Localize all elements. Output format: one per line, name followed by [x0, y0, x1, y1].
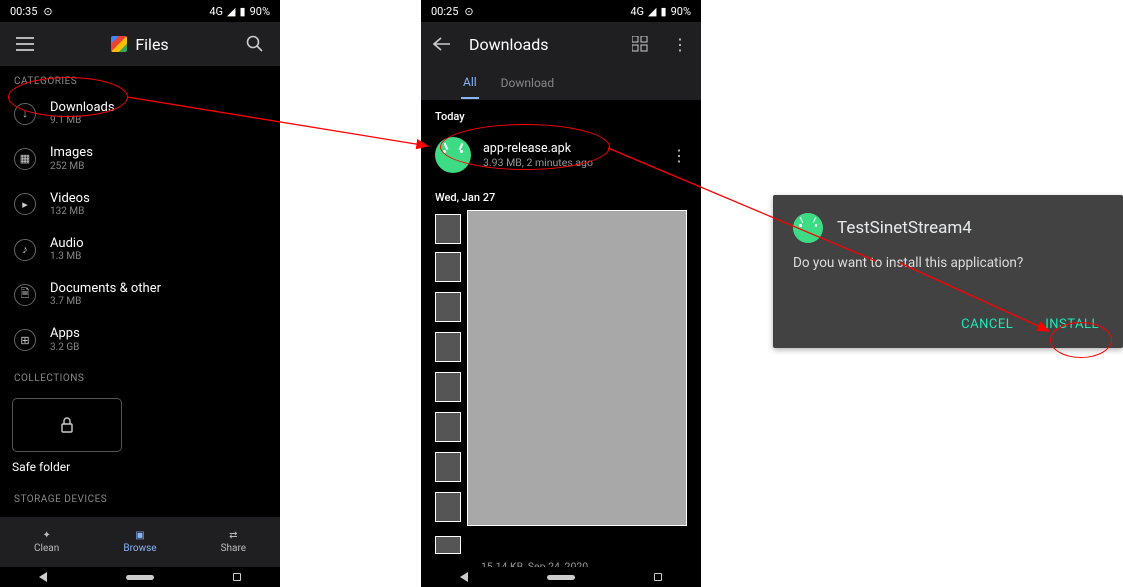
file-more-icon[interactable]: ⋮ [667, 142, 691, 169]
android-icon [793, 213, 823, 243]
category-downloads[interactable]: ↓ Downloads 9.1 MB [0, 91, 280, 136]
tab-download[interactable]: Download [499, 68, 556, 98]
categories-label: CATEGORIES [0, 66, 280, 91]
back-button[interactable] [39, 572, 47, 582]
dialog-title: TestSinetStream4 [837, 218, 972, 238]
category-documents[interactable]: 🗎 Documents & other 3.7 MB [0, 272, 280, 317]
cancel-button[interactable]: CANCEL [957, 311, 1017, 338]
system-nav [0, 567, 280, 587]
more-icon[interactable]: ⋮ [669, 33, 691, 55]
safe-folder-label: Safe folder [0, 456, 280, 484]
signal-icon: ◢ [227, 5, 235, 18]
folder-icon: ▣ [135, 530, 144, 541]
install-dialog: TestSinetStream4 Do you want to install … [773, 195, 1123, 348]
safe-folder-box[interactable] [12, 398, 122, 452]
recents-button[interactable] [654, 573, 662, 581]
redacted-area [421, 210, 701, 560]
images-icon: ▦ [14, 148, 36, 170]
category-videos[interactable]: ▸ Videos 132 MB [0, 182, 280, 227]
system-nav [421, 567, 701, 587]
tab-all[interactable]: All [461, 67, 479, 99]
status-battery: 90% [250, 5, 270, 18]
status-network: 4G [209, 5, 223, 18]
category-title: Downloads [50, 101, 115, 115]
date-today: Today [421, 100, 701, 129]
category-sub: 9.1 MB [50, 115, 115, 126]
status-bar: 00:25 ⊙ 4G ◢ ▮ 90% [421, 0, 701, 22]
dialog-message: Do you want to install this application? [793, 255, 1103, 271]
status-battery: 90% [671, 5, 691, 18]
category-audio[interactable]: ♪ Audio 1.3 MB [0, 227, 280, 272]
nav-browse[interactable]: ▣ Browse [93, 517, 186, 567]
search-icon[interactable] [244, 33, 266, 55]
files-app-screen: 00:35 ⊙ 4G ◢ ▮ 90% Files CATEGORIES ↓ Do… [0, 0, 280, 587]
recents-button[interactable] [233, 573, 241, 581]
category-apps[interactable]: ⊞ Apps 3.2 GB [0, 317, 280, 362]
home-button[interactable] [547, 575, 575, 580]
nav-clean[interactable]: ✦ Clean [0, 517, 93, 567]
signal-icon: ◢ [648, 5, 656, 18]
file-name: app-release.apk [483, 141, 655, 156]
audio-icon: ♪ [14, 239, 36, 261]
apps-icon: ⊞ [14, 329, 36, 351]
bottom-nav: ✦ Clean ▣ Browse ⇄ Share [0, 517, 280, 567]
lock-icon [60, 417, 74, 433]
home-button[interactable] [126, 575, 154, 580]
android-icon [435, 137, 471, 173]
back-button[interactable] [460, 572, 468, 582]
app-bar: Files [0, 22, 280, 66]
sparkle-icon: ✦ [42, 530, 50, 541]
storage-label: STORAGE DEVICES [0, 484, 280, 509]
file-app-release[interactable]: app-release.apk 3.93 MB, 2 minutes ago ⋮ [421, 129, 701, 181]
status-icon: ⊙ [43, 5, 52, 18]
app-title: Files [135, 35, 168, 54]
videos-icon: ▸ [14, 193, 36, 215]
status-network: 4G [630, 5, 644, 18]
files-logo-icon [111, 36, 127, 52]
downloads-screen: 00:25 ⊙ 4G ◢ ▮ 90% Downloads ⋮ All Downl… [421, 0, 701, 587]
status-time: 00:35 [10, 5, 37, 18]
battery-icon: ▮ [240, 5, 246, 18]
tabs: All Download [421, 66, 701, 100]
status-bar: 00:35 ⊙ 4G ◢ ▮ 90% [0, 0, 280, 22]
date-wed: Wed, Jan 27 [421, 181, 701, 210]
category-images[interactable]: ▦ Images 252 MB [0, 136, 280, 181]
menu-icon[interactable] [14, 33, 36, 55]
file-sub: 3.93 MB, 2 minutes ago [483, 156, 655, 169]
status-icon: ⊙ [464, 5, 473, 18]
grid-view-icon[interactable] [629, 33, 651, 55]
download-icon: ↓ [14, 103, 36, 125]
page-title: Downloads [469, 35, 548, 54]
back-icon[interactable] [431, 33, 453, 55]
status-time: 00:25 [431, 5, 458, 18]
collections-label: COLLECTIONS [0, 363, 280, 388]
nav-share[interactable]: ⇄ Share [187, 517, 280, 567]
install-button[interactable]: INSTALL [1041, 311, 1103, 338]
app-bar: Downloads ⋮ [421, 22, 701, 66]
documents-icon: 🗎 [14, 284, 36, 306]
share-icon: ⇄ [229, 530, 237, 541]
battery-icon: ▮ [661, 5, 667, 18]
